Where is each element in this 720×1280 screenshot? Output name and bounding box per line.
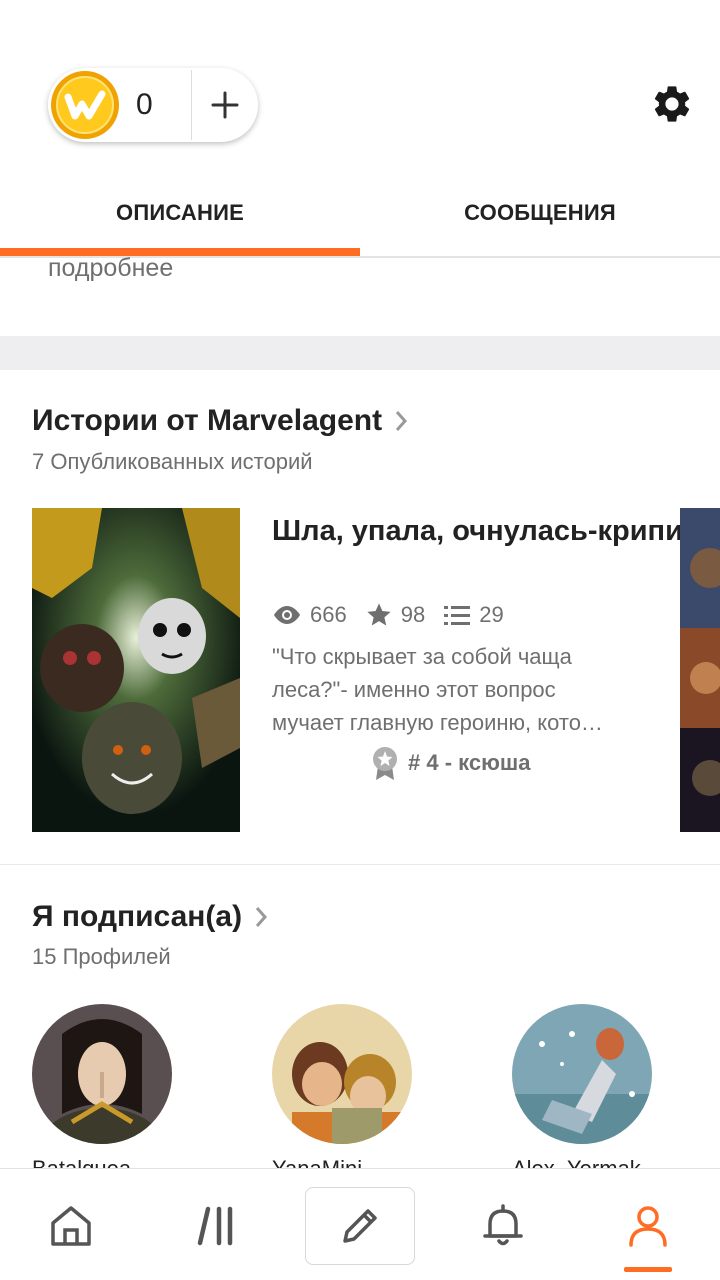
stories-count: 7 Опубликованных историй [32, 449, 313, 474]
parts-stat: 29 [443, 602, 504, 628]
reads-stat: 666 [272, 602, 347, 628]
tab-description[interactable]: ОПИСАНИЕ [0, 170, 360, 256]
pencil-icon [343, 1209, 377, 1243]
wattpad-coin-icon [51, 71, 119, 139]
votes-stat: 98 [365, 601, 425, 629]
star-icon [367, 603, 391, 626]
avatar[interactable] [32, 1004, 172, 1144]
add-coins-button[interactable] [196, 74, 254, 136]
section-divider [0, 336, 720, 370]
bottom-navigation [0, 1168, 720, 1280]
story-cover-image[interactable] [32, 508, 240, 832]
story-stats: 666 98 29 [272, 598, 522, 632]
list-icon [444, 606, 471, 625]
rank-badge-icon [373, 747, 397, 780]
rank-text: # 4 - ксюша [408, 750, 531, 775]
stories-section-title[interactable]: Истории от Marvelagent [32, 404, 408, 438]
nav-write[interactable] [305, 1187, 415, 1265]
nav-library[interactable] [162, 1187, 272, 1265]
reads-count: 666 [310, 602, 347, 627]
library-icon [197, 1206, 233, 1246]
coin-count: 0 [136, 88, 153, 121]
nav-notifications[interactable] [448, 1187, 558, 1265]
following-section-title[interactable]: Я подписан(а) [32, 900, 268, 934]
section-divider [0, 864, 720, 865]
profile-icon [629, 1206, 667, 1247]
chevron-right-icon [395, 411, 408, 431]
story-title[interactable]: Шла, упала, очнулась-крипи. [272, 512, 692, 550]
coin-divider [191, 70, 192, 140]
gear-icon[interactable] [650, 82, 694, 126]
chevron-right-icon [255, 907, 268, 927]
avatar[interactable] [512, 1004, 652, 1144]
stories-title-text: Истории от Marvelagent [32, 404, 383, 437]
profile-tabs: ОПИСАНИЕ СООБЩЕНИЯ [0, 170, 720, 258]
plus-icon [211, 91, 239, 119]
home-icon [51, 1206, 91, 1246]
story-description-line: "Что скрывает за собой чаща [272, 644, 572, 669]
story-description-line: мучает главную героиню, кото… [272, 710, 603, 735]
tab-messages[interactable]: СООБЩЕНИЯ [360, 170, 720, 256]
coin-balance-pill[interactable]: 0 [48, 68, 258, 142]
following-count: 15 Профилей [32, 944, 171, 969]
more-link[interactable]: подробнее [48, 254, 173, 283]
next-story-cover-image[interactable] [680, 508, 720, 832]
bell-icon [483, 1204, 523, 1246]
story-description: "Что скрывает за собой чаща леса?"- имен… [272, 640, 652, 739]
nav-home[interactable] [16, 1187, 126, 1265]
story-description-line: леса?"- именно этот вопрос [272, 677, 556, 702]
votes-count: 98 [400, 602, 426, 627]
eye-icon [274, 606, 300, 624]
following-title-text: Я подписан(а) [32, 900, 243, 933]
nav-profile[interactable] [593, 1187, 703, 1265]
avatar[interactable] [272, 1004, 412, 1144]
parts-count: 29 [479, 602, 504, 627]
story-rank: # 4 - ксюша [372, 746, 530, 780]
top-bar: 0 [0, 0, 720, 170]
active-nav-indicator [624, 1267, 672, 1272]
